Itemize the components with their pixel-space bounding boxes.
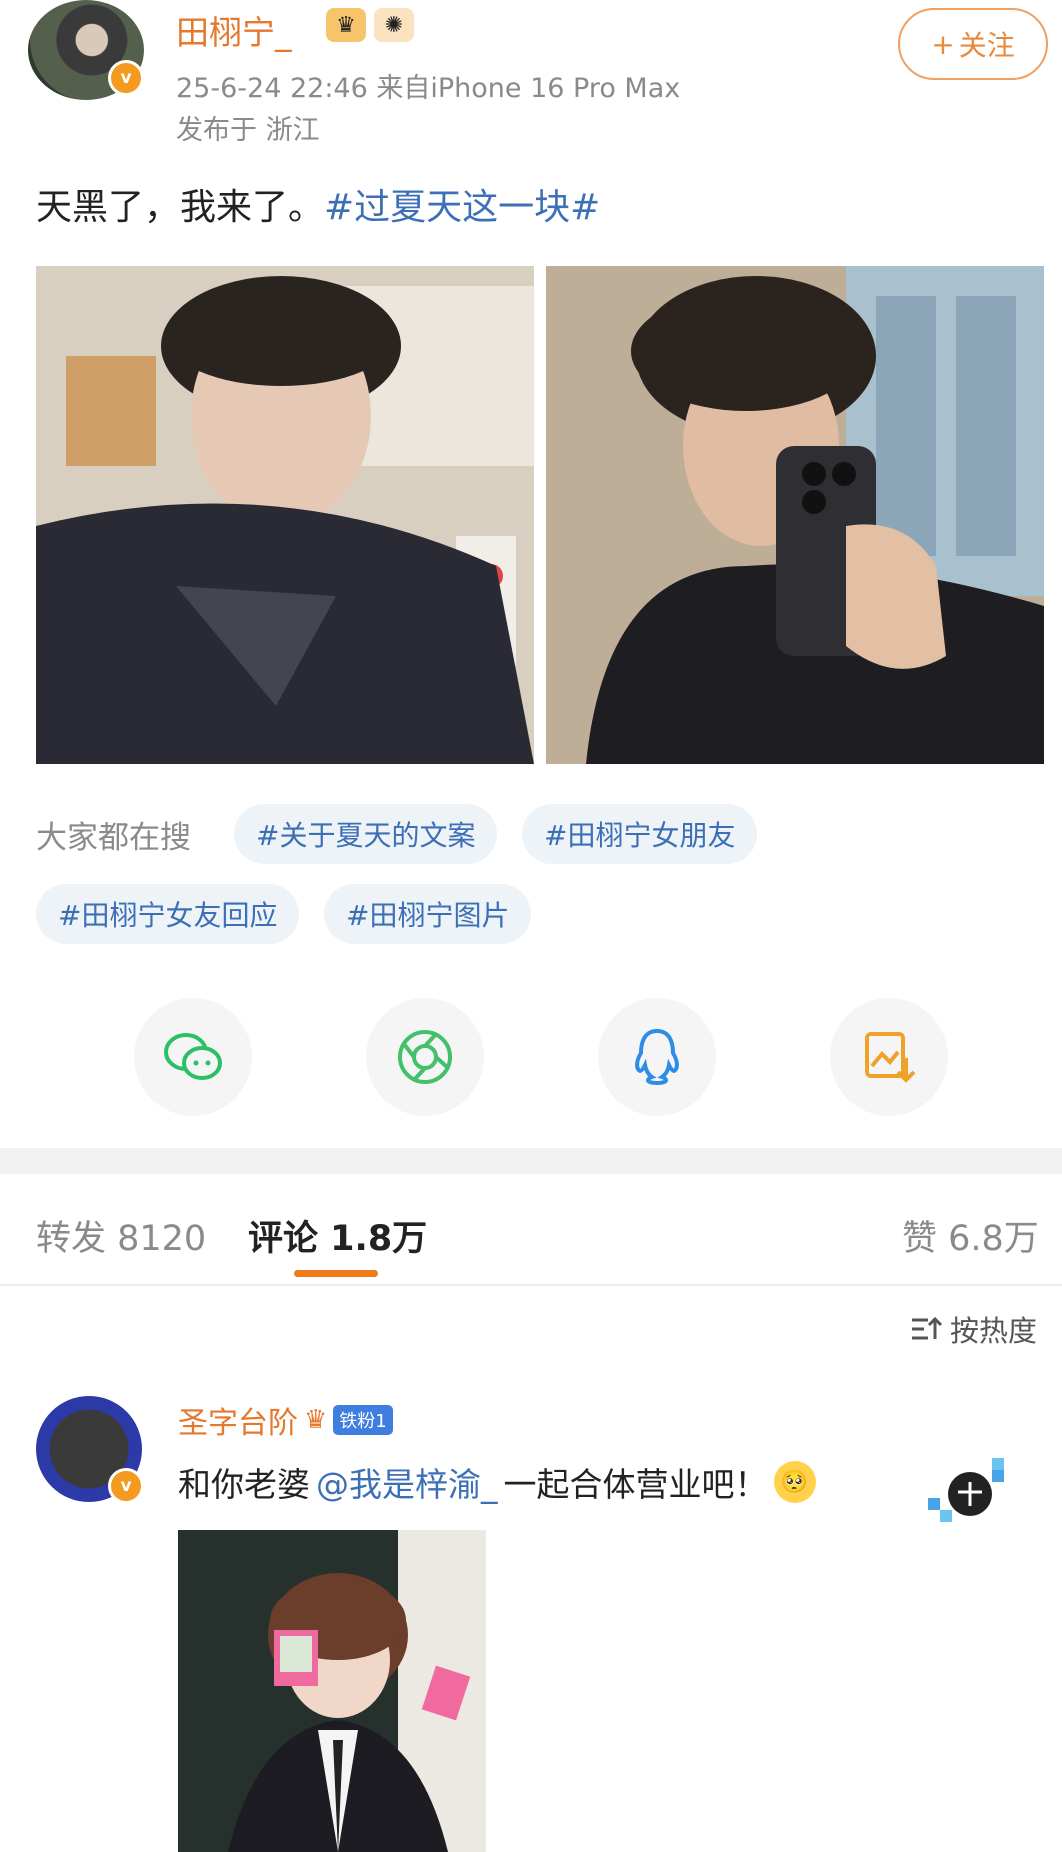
mention-link[interactable]: @我是梓渝_ xyxy=(316,1458,498,1506)
tab-likes[interactable]: 赞 6.8万 xyxy=(902,1210,1039,1261)
active-tab-indicator xyxy=(294,1270,378,1277)
sort-icon xyxy=(912,1316,942,1340)
plus-icon: + xyxy=(931,27,955,61)
pleading-face-emoji-icon: 🥺 xyxy=(773,1461,816,1503)
author-name[interactable]: 田栩宁_ xyxy=(176,6,292,54)
follow-button[interactable]: + 关注 xyxy=(898,8,1048,80)
wechat-icon xyxy=(164,1033,222,1080)
share-moments-button[interactable] xyxy=(366,998,484,1116)
pufferfish-badge-icon: ✺ xyxy=(374,8,414,42)
moments-icon xyxy=(398,1030,452,1084)
section-divider xyxy=(0,1148,1062,1174)
share-wechat-button[interactable] xyxy=(134,998,252,1116)
save-image-icon xyxy=(865,1032,916,1083)
post-location: 发布于 浙江 xyxy=(176,115,320,146)
post-photo-1[interactable] xyxy=(36,266,534,764)
crown-badge-icon: ♛ xyxy=(326,8,366,42)
post-time-device: 25-6-24 22:46 来自iPhone 16 Pro Max xyxy=(176,73,681,104)
crown-icon: ♛ xyxy=(304,1405,328,1435)
trending-chip[interactable]: #田栩宁女朋友 xyxy=(522,804,758,864)
trending-chip[interactable]: #田栩宁女友回应 xyxy=(36,884,300,944)
trending-chip[interactable]: #关于夏天的文案 xyxy=(234,804,498,864)
tabs-divider xyxy=(0,1284,1062,1286)
post-photo-2[interactable] xyxy=(546,266,1044,764)
trending-chip[interactable]: #田栩宁图片 xyxy=(324,884,532,944)
commenter-name[interactable]: 圣字台阶 ♛ 铁粉1 xyxy=(178,1398,393,1442)
verified-badge-icon: v xyxy=(108,1468,144,1504)
tab-comments[interactable]: 评论 1.8万 xyxy=(248,1210,427,1261)
save-image-button[interactable] xyxy=(830,998,948,1116)
comment-text: 和你老婆 @我是梓渝_ 一起合体营业吧！ 🥺 xyxy=(178,1458,816,1506)
comment-sticker-icon xyxy=(928,1458,1008,1524)
tab-repost[interactable]: 转发 8120 xyxy=(36,1210,206,1261)
share-qq-button[interactable] xyxy=(598,998,716,1116)
post-text: 天黑了，我来了。#过夏天这一块# xyxy=(36,187,601,228)
comment-image[interactable] xyxy=(178,1530,486,1852)
post-hashtag[interactable]: #过夏天这一块# xyxy=(324,187,600,228)
verified-badge-icon: v xyxy=(108,60,144,96)
qq-icon xyxy=(635,1028,679,1086)
fan-level-badge: 铁粉1 xyxy=(333,1405,393,1435)
trending-label: 大家都在搜 xyxy=(36,820,191,856)
sort-by-hot-button[interactable]: 按热度 xyxy=(910,1308,1037,1350)
